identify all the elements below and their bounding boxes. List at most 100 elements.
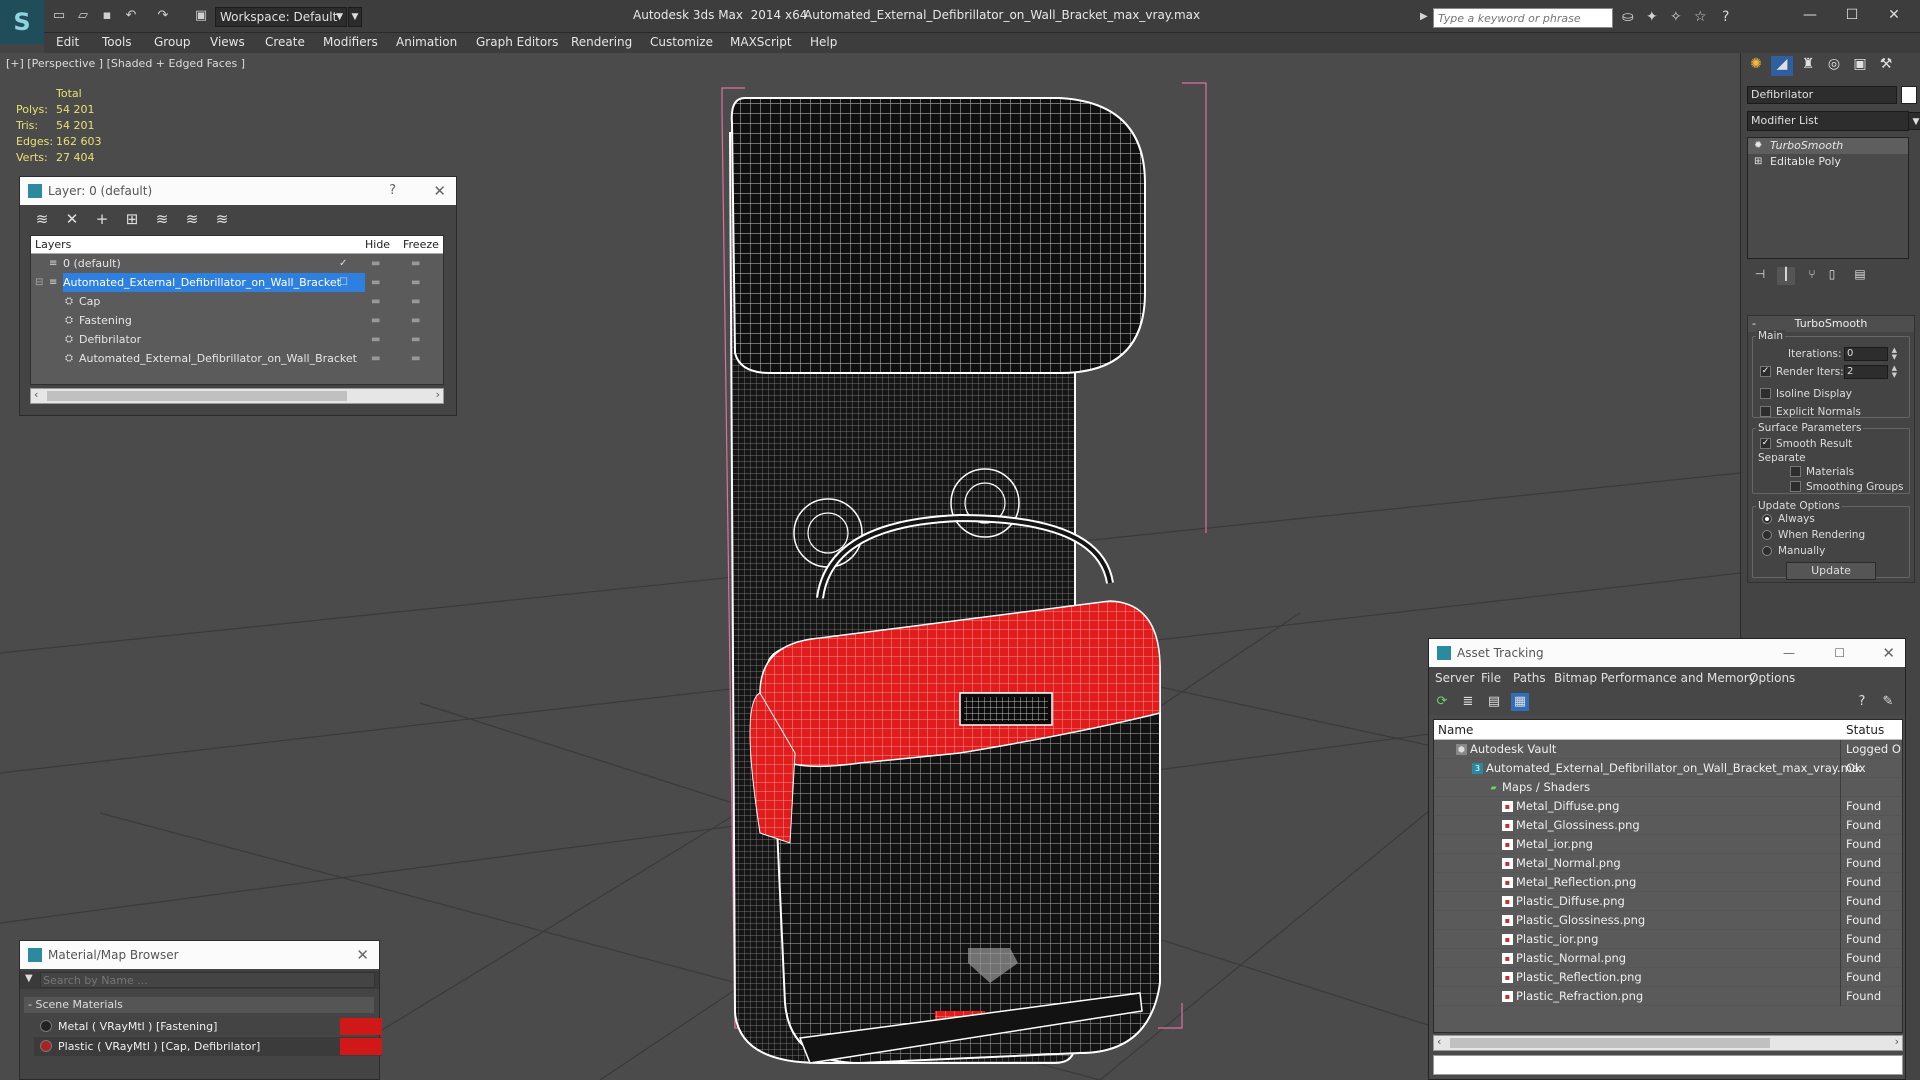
layer-stack-icon[interactable]: ≋	[32, 209, 52, 229]
col-name[interactable]: Name	[1438, 720, 1473, 740]
refresh-icon[interactable]: ⟳	[1433, 693, 1451, 711]
asset-row[interactable]: ▪ Metal_Glossiness.png Found	[1434, 816, 1902, 835]
asset-row[interactable]: ▪ Plastic_Reflection.png Found	[1434, 968, 1902, 987]
search-input[interactable]	[1433, 8, 1613, 28]
update-button[interactable]: Update	[1786, 562, 1876, 580]
list-view-icon[interactable]: ≣	[1459, 693, 1477, 711]
asset-row[interactable]: ⬢ Autodesk Vault Logged O	[1434, 740, 1902, 759]
app-logo-button[interactable]: S	[0, 0, 44, 44]
hierarchy-tab-icon[interactable]: ♜	[1797, 56, 1819, 76]
layer-row[interactable]: ⊟ ≡ Automated_External_Defibrillator_on_…	[31, 273, 443, 292]
communication-icon[interactable]: ✧	[1670, 9, 1682, 25]
menu-group[interactable]: Group	[154, 35, 191, 49]
menu-edit[interactable]: Edit	[56, 35, 79, 49]
new-file-icon[interactable]: ▭	[50, 8, 68, 24]
asset-row[interactable]: ▪ Plastic_Diffuse.png Found	[1434, 892, 1902, 911]
menu-create[interactable]: Create	[265, 35, 305, 49]
menu-views[interactable]: Views	[210, 35, 245, 49]
horizontal-scrollbar[interactable]: ‹ ›	[1433, 1035, 1903, 1051]
update-when-rendering-radio[interactable]	[1762, 530, 1772, 540]
lightbulb-icon[interactable]: ✹	[1754, 138, 1762, 154]
hide-toggle[interactable]: ▬	[371, 311, 380, 330]
show-end-result-icon[interactable]: ┃	[1777, 267, 1795, 285]
asset-row[interactable]: ▪ Metal_Normal.png Found	[1434, 854, 1902, 873]
hide-toggle[interactable]: ▬	[371, 349, 380, 368]
customize-toolbar-icon[interactable]: ▼	[348, 7, 362, 27]
minimize-icon[interactable]: —	[1783, 639, 1795, 667]
maximize-icon[interactable]: ☐	[1832, 4, 1872, 26]
undo-icon[interactable]: ↶	[122, 8, 140, 24]
menu-graph-editors[interactable]: Graph Editors	[476, 35, 558, 49]
material-item[interactable]: Metal ( VRayMtl ) [Fastening]	[34, 1017, 382, 1036]
object-name-field[interactable]: Defibrilator	[1747, 86, 1897, 104]
help-icon[interactable]: ?	[1722, 9, 1729, 25]
current-layer-check-icon[interactable]: ✓	[339, 254, 347, 273]
add-layer-icon[interactable]: +	[92, 209, 112, 229]
subscription-icon[interactable]: ✦	[1646, 9, 1658, 25]
menu-animation[interactable]: Animation	[396, 35, 457, 49]
material-search-input[interactable]	[40, 972, 375, 988]
material-browser-titlebar[interactable]: Material/Map Browser ✕	[20, 941, 379, 969]
table-view-icon[interactable]: ▦	[1511, 693, 1529, 711]
stack-item-turbosmooth[interactable]: ✹ TurboSmooth	[1748, 138, 1908, 154]
asset-path-field[interactable]	[1433, 1055, 1903, 1075]
col-freeze[interactable]: Freeze	[403, 236, 439, 254]
scroll-left-icon[interactable]: ‹	[1437, 1035, 1441, 1048]
hide-toggle[interactable]: ▬	[371, 254, 380, 273]
asset-row[interactable]: ▪ Plastic_Glossiness.png Found	[1434, 911, 1902, 930]
close-icon[interactable]: ✕	[433, 177, 446, 205]
explicit-normals-checkbox[interactable]	[1760, 406, 1771, 417]
layer-panel-titlebar[interactable]: Layer: 0 (default) ? ✕	[20, 177, 456, 205]
update-manually-radio[interactable]	[1762, 546, 1772, 556]
scrollbar-thumb[interactable]	[1450, 1038, 1770, 1048]
close-icon[interactable]: ✕	[356, 941, 369, 969]
expand-arrow-icon[interactable]: ▶	[1420, 11, 1428, 22]
help-icon[interactable]: ?	[389, 177, 396, 205]
favorites-star-icon[interactable]: ☆	[1694, 9, 1707, 25]
save-icon[interactable]: ▪	[98, 8, 116, 24]
hide-toggle[interactable]: ▬	[371, 273, 380, 292]
spinner-arrows-icon[interactable]: ▲ ▼	[1892, 365, 1897, 379]
modify-tab-icon[interactable]: ◢	[1771, 56, 1793, 76]
close-icon[interactable]: ✕	[1882, 639, 1895, 667]
motion-tab-icon[interactable]: ◎	[1823, 56, 1845, 76]
scroll-right-icon[interactable]: ›	[436, 388, 440, 401]
col-layers[interactable]: Layers	[35, 236, 71, 254]
menu-file[interactable]: File	[1481, 671, 1501, 685]
viewport-label[interactable]: [+] [Perspective ] [Shaded + Edged Faces…	[6, 57, 245, 70]
minimize-icon[interactable]: —	[1790, 4, 1830, 26]
create-tab-icon[interactable]: ✺	[1745, 56, 1767, 76]
menu-options[interactable]: Options	[1749, 671, 1795, 685]
asset-row[interactable]: ▪ Metal_Reflection.png Found	[1434, 873, 1902, 892]
make-unique-icon[interactable]: ⑂	[1803, 267, 1821, 285]
isoline-display-checkbox[interactable]	[1760, 388, 1771, 399]
freeze-toggle[interactable]: ▬	[411, 349, 420, 368]
object-color-swatch[interactable]	[1901, 86, 1917, 104]
separate-smoothing-groups-checkbox[interactable]	[1790, 481, 1801, 492]
spinner-arrows-icon[interactable]: ▲ ▼	[1892, 347, 1897, 361]
menu-bitmap-performance[interactable]: Bitmap Performance and Memory	[1554, 671, 1756, 685]
highlight-layer-icon[interactable]: ≋	[152, 209, 172, 229]
utilities-tab-icon[interactable]: ⚒	[1875, 56, 1897, 76]
col-hide[interactable]: Hide	[365, 236, 390, 254]
hide-all-icon[interactable]: ≋	[182, 209, 202, 229]
smooth-result-checkbox[interactable]: ✓	[1760, 438, 1771, 449]
separate-materials-checkbox[interactable]	[1790, 466, 1801, 477]
menu-server[interactable]: Server	[1435, 671, 1474, 685]
freeze-toggle[interactable]: ▬	[411, 273, 420, 292]
scene-materials-group[interactable]: - Scene Materials	[24, 997, 374, 1013]
menu-tools[interactable]: Tools	[102, 35, 132, 49]
modifier-list-dropdown[interactable]: Modifier List ▼	[1747, 111, 1920, 131]
delete-layer-icon[interactable]: ✕	[62, 209, 82, 229]
menu-maxscript[interactable]: MAXScript	[730, 35, 792, 49]
options-triangle-icon[interactable]: ▼	[25, 973, 33, 984]
hide-toggle[interactable]: ▬	[371, 292, 380, 311]
menu-rendering[interactable]: Rendering	[571, 35, 632, 49]
maximize-icon[interactable]: ☐	[1834, 639, 1845, 667]
menu-help[interactable]: Help	[810, 35, 837, 49]
layer-row[interactable]: ⛭ Automated_External_Defibrillator_on_Wa…	[31, 349, 443, 368]
hide-toggle[interactable]: ▬	[371, 330, 380, 349]
freeze-toggle[interactable]: ▬	[411, 292, 420, 311]
asset-row[interactable]: ▰ Maps / Shaders	[1434, 778, 1902, 797]
material-item[interactable]: Plastic ( VRayMtl ) [Cap, Defibrilator]	[34, 1037, 382, 1056]
